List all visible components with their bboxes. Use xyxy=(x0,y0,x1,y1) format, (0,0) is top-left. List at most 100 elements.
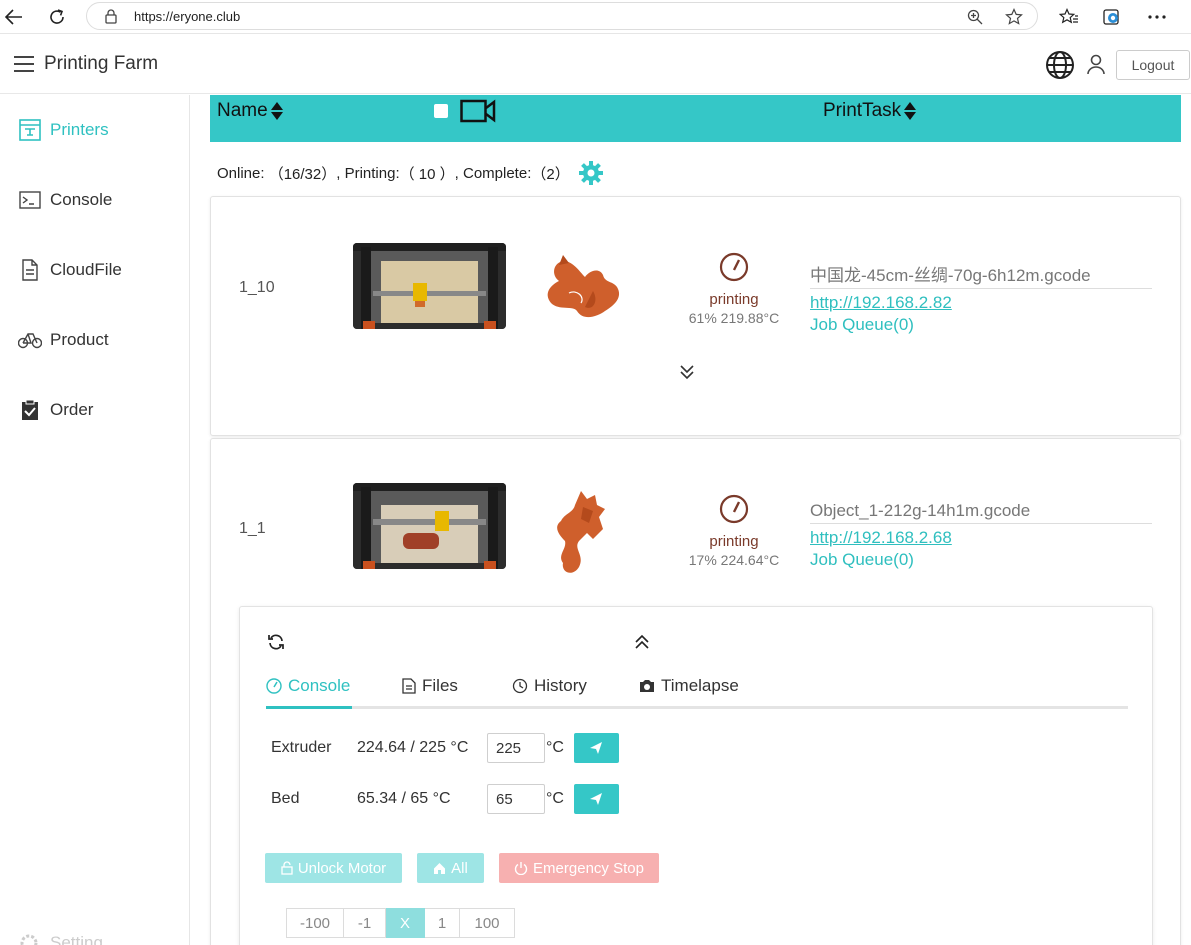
user-icon[interactable] xyxy=(1086,53,1106,75)
gcode-filename: 中国龙-45cm-丝绸-70g-6h12m.gcode xyxy=(810,261,1152,289)
printer-name: 1_1 xyxy=(239,520,266,537)
sort-by-printtask-button[interactable]: PrintTask xyxy=(823,100,917,122)
sort-icon xyxy=(904,101,917,121)
gauge-icon xyxy=(266,678,282,694)
sidebar-item-console[interactable]: Console xyxy=(18,187,112,213)
tab-label: History xyxy=(534,676,587,695)
sidebar-item-label: Console xyxy=(50,190,113,209)
sort-by-name-button[interactable]: Name xyxy=(217,100,283,122)
speedometer-icon xyxy=(719,494,749,524)
console-tabs: Console Files History Timelapse xyxy=(266,671,1128,709)
zoom-icon[interactable] xyxy=(967,9,983,25)
app-header: Printing Farm Logout xyxy=(0,34,1191,94)
unlock-motor-button[interactable]: Unlock Motor xyxy=(265,853,402,883)
logout-button[interactable]: Logout xyxy=(1116,50,1190,80)
sidebar-item-printers[interactable]: Printers xyxy=(18,117,109,143)
sidebar-item-cloudfile[interactable]: CloudFile xyxy=(18,257,122,283)
column-printtask-label: PrintTask xyxy=(823,100,902,121)
back-icon[interactable] xyxy=(3,6,25,28)
tab-label: Files xyxy=(422,676,458,695)
sidebar-item-label: Printers xyxy=(50,120,109,139)
address-bar[interactable]: https://eryone.club xyxy=(86,2,1038,30)
extruder-temperature-row: Extruder 224.64 / 225 °C 225 °C xyxy=(271,733,619,763)
sidebar-item-order[interactable]: Order xyxy=(18,397,93,423)
sidebar-item-setting[interactable]: Setting xyxy=(18,932,103,945)
video-camera-icon[interactable] xyxy=(460,99,496,123)
send-icon xyxy=(590,742,603,754)
tab-files[interactable]: Files xyxy=(402,673,458,699)
clock-icon xyxy=(512,678,528,694)
select-all-checkbox[interactable] xyxy=(434,104,448,118)
collapse-chevron-icon[interactable] xyxy=(633,633,651,651)
sidebar-item-label: Setting xyxy=(50,933,103,945)
model-preview-dragon xyxy=(547,255,620,318)
printing-count: （ 10 ） xyxy=(399,165,455,183)
tab-timelapse[interactable]: Timelapse xyxy=(639,673,739,699)
button-label: Unlock Motor xyxy=(297,859,387,877)
gear-icon xyxy=(20,934,38,945)
reload-icon[interactable] xyxy=(46,6,68,28)
printer-camera-thumbnail[interactable] xyxy=(353,243,506,329)
job-queue-link[interactable]: Job Queue(0) xyxy=(810,550,1152,570)
home-all-button[interactable]: All xyxy=(417,853,484,883)
settings-gear-icon[interactable] xyxy=(578,160,604,186)
jog-x-plus-1[interactable]: 1 xyxy=(425,908,460,938)
printer-name: 1_10 xyxy=(239,279,275,296)
sidebar-item-product[interactable]: Product xyxy=(18,327,109,353)
progress-temperature: 61% 219.88°C xyxy=(688,310,780,326)
extruder-target-input[interactable]: 225 xyxy=(487,733,545,763)
power-icon xyxy=(514,862,528,875)
jog-x-minus-100[interactable]: -100 xyxy=(286,908,344,938)
button-label: All xyxy=(451,859,468,877)
printer-icon xyxy=(18,119,42,141)
gcode-filename: Object_1-212g-14h1m.gcode xyxy=(810,501,1152,524)
bed-label: Bed xyxy=(271,790,300,807)
online-label: Online: xyxy=(217,164,265,182)
sidebar-item-label: Product xyxy=(50,330,109,349)
bed-unit: °C xyxy=(546,790,564,807)
jog-x-minus-1[interactable]: -1 xyxy=(344,908,386,938)
printer-camera-thumbnail[interactable] xyxy=(353,483,506,569)
progress-temperature: 17% 224.64°C xyxy=(688,552,780,568)
set-bed-temp-button[interactable] xyxy=(573,784,619,814)
set-extruder-temp-button[interactable] xyxy=(573,733,619,763)
complete-count: （2） xyxy=(531,165,570,183)
file-icon xyxy=(18,259,42,281)
printer-ip-link[interactable]: http://192.168.2.82 xyxy=(810,293,1152,313)
send-icon xyxy=(590,793,603,805)
lock-icon xyxy=(105,9,117,24)
globe-icon[interactable] xyxy=(1045,50,1075,80)
jog-x-plus-100[interactable]: 100 xyxy=(460,908,515,938)
url-text: https://eryone.club xyxy=(134,9,241,24)
expand-chevron-icon[interactable] xyxy=(678,363,696,381)
status-summary: Online: （16/32）, Printing: （ 10 ）, Comple… xyxy=(217,160,604,186)
menu-icon[interactable] xyxy=(14,56,34,72)
job-queue-link[interactable]: Job Queue(0) xyxy=(810,315,1152,335)
column-name-label: Name xyxy=(217,100,268,121)
emergency-stop-button[interactable]: Emergency Stop xyxy=(499,853,659,883)
bed-target-input[interactable]: 65 xyxy=(487,784,545,814)
app-title: Printing Farm xyxy=(44,53,159,74)
x-axis-jog-controls: -100 -1 X 1 100 xyxy=(286,908,515,938)
print-task-info: 中国龙-45cm-丝绸-70g-6h12m.gcode http://192.1… xyxy=(810,261,1152,335)
model-preview-dragon xyxy=(557,491,605,573)
more-menu-icon[interactable] xyxy=(1146,6,1168,28)
printer-status: printing 17% 224.64°C xyxy=(671,494,797,568)
favorites-icon[interactable] xyxy=(1058,6,1080,28)
printer-ip-link[interactable]: http://192.168.2.68 xyxy=(810,528,1152,548)
printer-card: 1_10 printing 61% 219.88°C 中国龙-45cm-丝绸-7… xyxy=(210,196,1181,436)
printer-table-header: Name PrintTask xyxy=(210,95,1181,142)
extruder-unit: °C xyxy=(546,739,564,756)
active-tab-indicator xyxy=(266,706,352,709)
tab-history[interactable]: History xyxy=(512,673,587,699)
favorite-star-icon[interactable] xyxy=(1005,8,1023,26)
complete-label: , Complete: xyxy=(454,164,532,182)
tab-console[interactable]: Console xyxy=(266,673,350,699)
edge-collections-icon[interactable] xyxy=(1101,6,1123,28)
button-label: Emergency Stop xyxy=(533,859,644,877)
bed-temperature-row: Bed 65.34 / 65 °C 65 °C xyxy=(271,784,619,814)
jog-x-home[interactable]: X xyxy=(386,908,425,938)
bed-reading: 65.34 / 65 °C xyxy=(357,790,451,807)
status-text: printing xyxy=(709,291,759,308)
refresh-icon[interactable] xyxy=(267,633,285,651)
